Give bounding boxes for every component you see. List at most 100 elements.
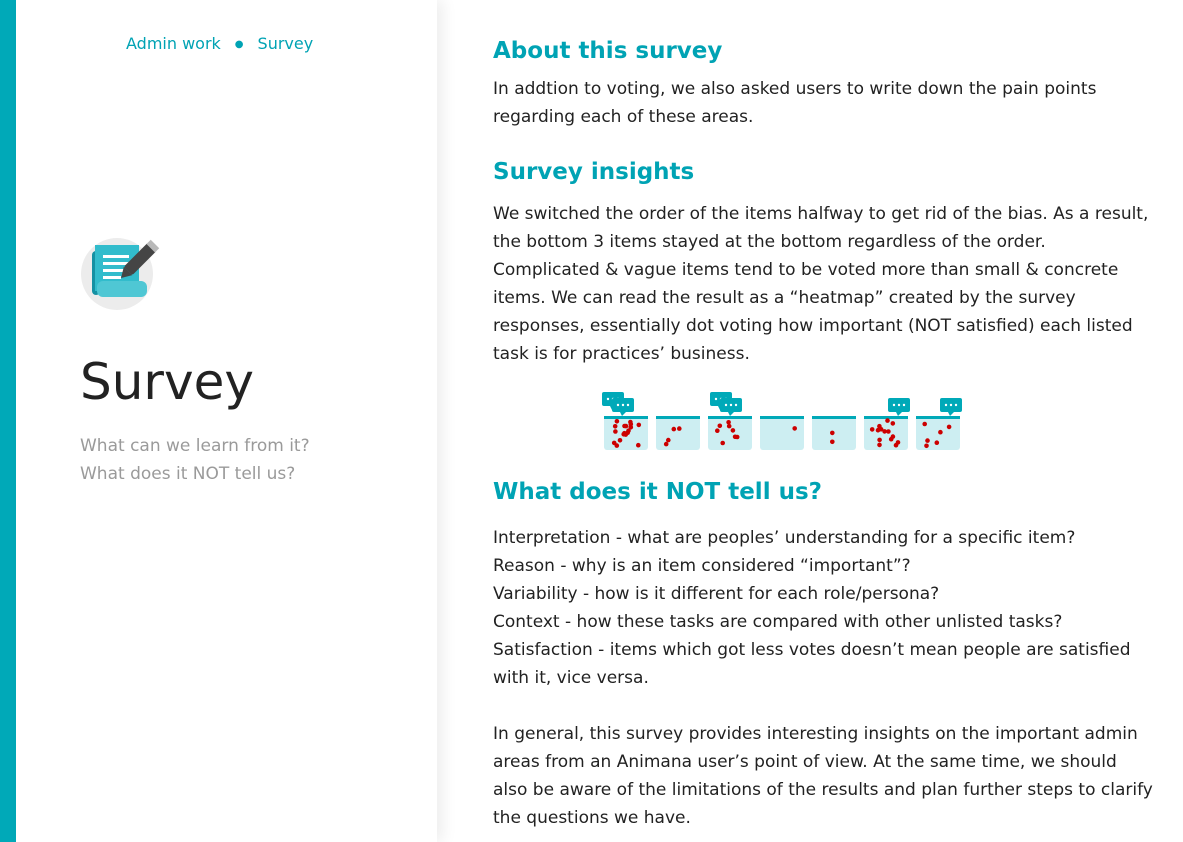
limitation-item: Variability - how is it different for ea… xyxy=(493,584,940,604)
limitation-item: Context - how these tasks are compared w… xyxy=(493,612,1063,632)
vote-dot xyxy=(625,430,630,435)
vote-dot xyxy=(877,437,882,443)
comment-bubble-dot xyxy=(892,403,896,407)
heatmap-box xyxy=(656,416,700,450)
vote-dot xyxy=(925,438,930,443)
comment-bubble-tail xyxy=(728,412,734,416)
heatmap-box-top xyxy=(656,416,700,419)
vote-dot xyxy=(677,426,682,431)
vote-dot xyxy=(663,441,669,447)
insights-line: the bottom 3 items stayed at the bottom … xyxy=(493,232,1046,252)
heatmap-box-top xyxy=(812,416,856,419)
heatmap-box xyxy=(916,416,960,450)
general-line: In general, this survey provides interes… xyxy=(493,724,1138,744)
question-learn: What can we learn from it? xyxy=(80,436,310,456)
comment-bubble-dot xyxy=(949,403,953,407)
vote-dot xyxy=(792,426,797,431)
vote-dot xyxy=(875,427,881,433)
insights-line: We switched the order of the items halfw… xyxy=(493,204,1149,224)
vote-dot xyxy=(830,439,835,445)
vote-dot xyxy=(732,434,738,440)
heatmap-box-top xyxy=(760,416,804,419)
sidebar: Admin work ● Survey Survey What can we lea… xyxy=(16,0,437,842)
comment-bubble-dot xyxy=(734,403,738,407)
comment-bubble-dot xyxy=(902,403,906,407)
about-line: regarding each of these areas. xyxy=(493,107,754,127)
vote-dot xyxy=(715,428,720,433)
limitation-item: Interpretation - what are peoples’ under… xyxy=(493,528,1076,548)
limitation-item: Reason - why is an item considered “impo… xyxy=(493,556,911,576)
vote-dot xyxy=(622,423,627,429)
heatmap-box-top xyxy=(708,416,752,419)
comment-bubble-dot xyxy=(729,403,733,407)
comment-bubble-dot xyxy=(714,397,718,401)
not-tell-heading: What does it NOT tell us? xyxy=(493,479,822,505)
dot-voting-heatmap xyxy=(602,392,962,450)
vote-dot xyxy=(869,427,875,432)
vote-dot xyxy=(885,418,890,423)
heatmap-box xyxy=(760,416,804,450)
comment-bubble-dot xyxy=(724,403,728,407)
breadcrumb-admin-work[interactable]: Admin work xyxy=(126,34,221,53)
comment-bubble-tail xyxy=(620,412,626,416)
about-paragraph: In addtion to voting, we also asked user… xyxy=(493,75,1143,131)
vote-dot xyxy=(613,429,618,434)
page-title: Survey xyxy=(80,353,254,411)
vote-dot xyxy=(730,428,736,433)
vote-dot xyxy=(895,440,901,445)
vote-dot xyxy=(671,426,677,432)
about-heading: About this survey xyxy=(493,38,723,64)
about-line: In addtion to voting, we also asked user… xyxy=(493,79,1097,99)
vote-dot xyxy=(614,419,620,424)
accent-bar xyxy=(0,0,16,842)
vote-dot xyxy=(636,422,642,428)
limitations-list: Interpretation - what are peoples’ under… xyxy=(493,524,1143,692)
vote-dot xyxy=(666,437,671,443)
vote-dot xyxy=(830,430,835,436)
comment-bubble-dot xyxy=(621,403,625,407)
vote-dot xyxy=(726,420,731,425)
scroll-pen-icon xyxy=(81,238,160,310)
vote-dot xyxy=(886,429,891,434)
general-line: the questions we have. xyxy=(493,808,691,828)
comment-bubble-dot xyxy=(954,403,958,407)
breadcrumb: Admin work ● Survey xyxy=(126,34,313,53)
vote-dot xyxy=(890,421,896,426)
survey-questions: What can we learn from it? What does it … xyxy=(80,432,310,488)
limitation-item: Satisfaction - items which got less vote… xyxy=(493,640,1131,660)
insights-line: Complicated & vague items tend to be vot… xyxy=(493,260,1119,280)
insights-paragraph: We switched the order of the items halfw… xyxy=(493,200,1149,368)
vote-dot xyxy=(617,438,623,443)
vote-dot xyxy=(888,436,894,442)
comment-bubble-dot xyxy=(944,403,948,407)
insights-line: responses, essentially dot voting how im… xyxy=(493,316,1133,336)
general-line: areas from an Animana user’s point of vi… xyxy=(493,752,1117,772)
vote-dot xyxy=(946,424,952,430)
insights-heading: Survey insights xyxy=(493,159,695,185)
vote-dot xyxy=(720,440,725,446)
comment-bubble-tail xyxy=(948,412,954,416)
comment-bubble-dot xyxy=(616,403,620,407)
vote-dot xyxy=(877,442,882,448)
vote-dot xyxy=(934,440,940,445)
vote-dot xyxy=(628,425,634,430)
comment-bubble-dot xyxy=(897,403,901,407)
question-not-tell: What does it NOT tell us? xyxy=(80,464,296,484)
limitation-item: with it, vice versa. xyxy=(493,668,649,688)
heatmap-box-top xyxy=(864,416,908,419)
insights-line: task is for practices’ business. xyxy=(493,344,750,364)
vote-dot xyxy=(924,443,929,449)
vote-dot xyxy=(922,421,927,427)
breadcrumb-survey[interactable]: Survey xyxy=(258,34,314,53)
main-content: About this survey In addtion to voting, … xyxy=(493,0,1153,842)
comment-bubble-dot xyxy=(606,397,610,401)
vote-dot xyxy=(612,424,618,429)
comment-bubble-dot xyxy=(626,403,630,407)
heatmap-box-top xyxy=(916,416,960,419)
comment-bubble-tail xyxy=(896,412,902,416)
vote-dot xyxy=(621,432,626,437)
general-line: also be aware of the limitations of the … xyxy=(493,780,1153,800)
heatmap-box-top xyxy=(604,416,648,419)
general-paragraph: In general, this survey provides interes… xyxy=(493,720,1153,832)
breadcrumb-separator: ● xyxy=(234,39,244,50)
